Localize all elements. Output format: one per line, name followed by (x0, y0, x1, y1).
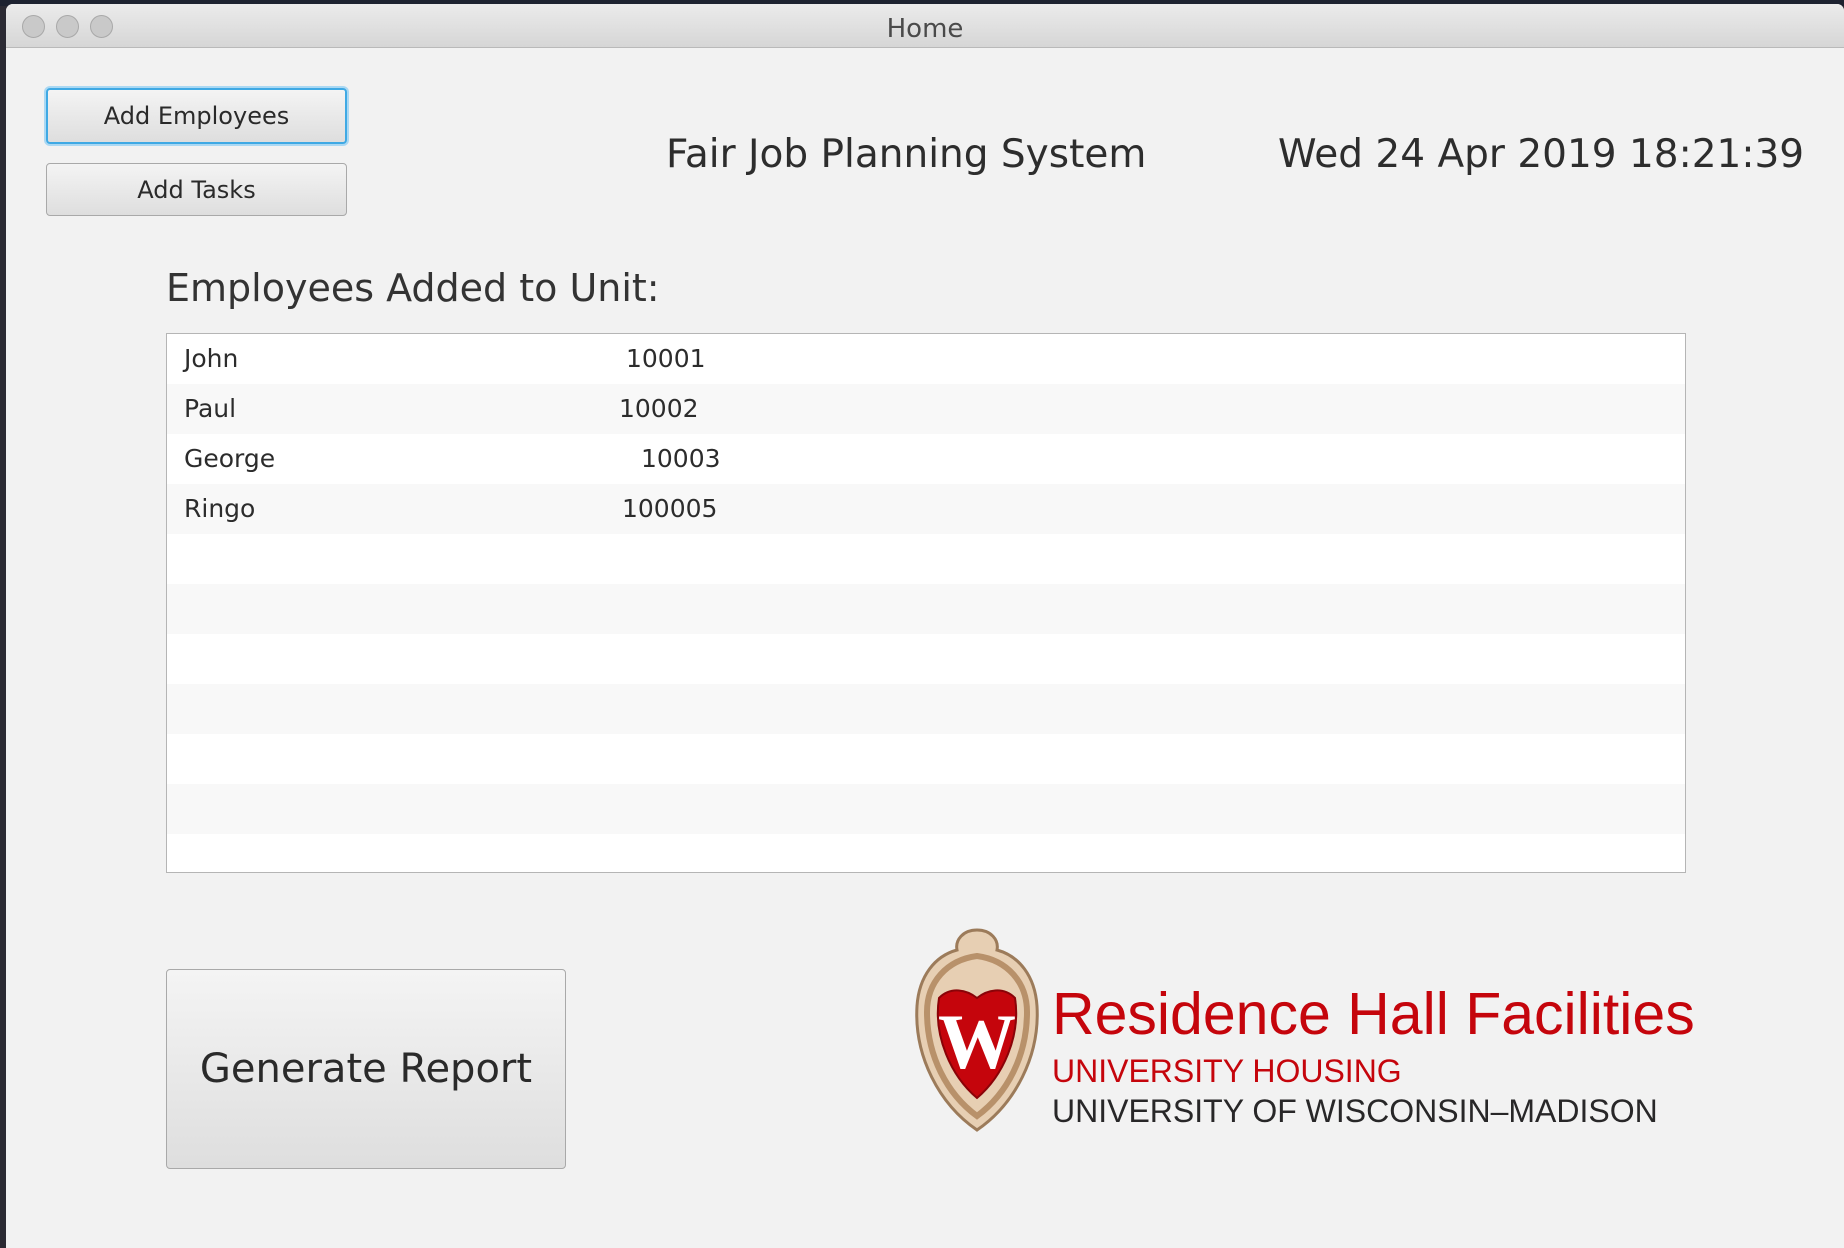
employee-id: 10003 (641, 444, 721, 473)
employee-name: Ringo (184, 494, 256, 523)
list-item[interactable]: Paul 10002 (167, 384, 1685, 434)
logo-line-2: UNIVERSITY HOUSING (1052, 1053, 1402, 1089)
window-title: Home (886, 14, 964, 44)
add-tasks-button[interactable]: Add Tasks (46, 163, 347, 216)
list-item[interactable]: John 10001 (167, 334, 1685, 384)
empty-row (167, 534, 1685, 584)
employee-id: 10001 (626, 344, 706, 373)
employees-list[interactable]: John 10001 Paul 10002 George 10003 Ringo… (166, 333, 1686, 873)
employee-id: 100005 (622, 494, 718, 523)
empty-row (167, 734, 1685, 784)
logo-line-3: UNIVERSITY OF WISCONSIN–MADISON (1052, 1093, 1658, 1129)
app-window: Home Add Employees Add Tasks Fair Job Pl… (6, 4, 1844, 1248)
employees-section-label: Employees Added to Unit: (166, 266, 660, 310)
generate-report-button[interactable]: Generate Report (166, 969, 566, 1169)
title-bar[interactable]: Home (6, 4, 1844, 48)
empty-row (167, 684, 1685, 734)
empty-row (167, 584, 1685, 634)
employee-name: Paul (184, 394, 237, 423)
crest-letter: W (938, 998, 1016, 1085)
uw-crest-logo: W (915, 928, 1039, 1132)
employee-name: George (184, 444, 276, 473)
empty-row (167, 634, 1685, 684)
logo-line-1: Residence Hall Facilities (1052, 981, 1695, 1047)
empty-row (167, 784, 1685, 834)
list-item[interactable]: George 10003 (167, 434, 1685, 484)
employee-name: John (184, 344, 239, 373)
current-datetime: Wed 24 Apr 2019 18:21:39 (1278, 132, 1805, 177)
empty-row (167, 834, 1685, 872)
add-employees-button[interactable]: Add Employees (46, 88, 347, 144)
employee-id: 10002 (619, 394, 699, 423)
list-item[interactable]: Ringo 100005 (167, 484, 1685, 534)
page-title: Fair Job Planning System (666, 132, 1147, 177)
